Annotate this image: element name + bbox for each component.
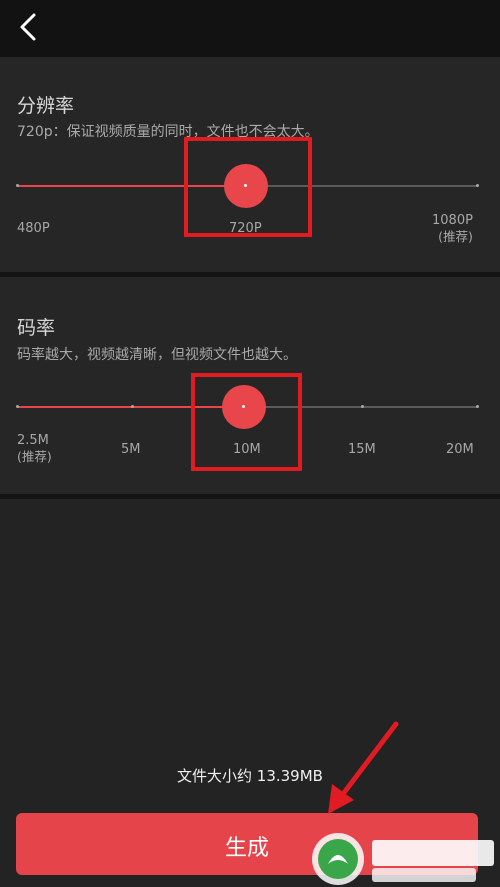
red-arrow-annotation-icon — [328, 721, 399, 814]
resolution-option-1080p[interactable]: 1080P (推荐) — [432, 213, 473, 245]
highlight-box-resolution — [184, 137, 312, 237]
bitrate-tick — [361, 405, 364, 408]
section-divider — [0, 494, 500, 499]
highlight-box-bitrate — [191, 373, 302, 471]
file-size-estimate: 文件大小约 13.39MB — [177, 767, 323, 785]
top-bar — [0, 0, 500, 57]
resolution-title: 分辨率 — [17, 95, 75, 117]
bitrate-option-15m[interactable]: 15M — [348, 442, 376, 458]
watermark-logo — [312, 833, 494, 885]
bitrate-option-2-5m[interactable]: 2.5M (推荐) — [17, 433, 52, 465]
bitrate-description: 码率越大，视频越清晰，但视频文件也越大。 — [17, 347, 297, 363]
back-arrow-icon[interactable] — [14, 10, 46, 44]
resolution-option-480p[interactable]: 480P — [17, 221, 50, 237]
bitrate-option-20m[interactable]: 20M — [446, 442, 474, 458]
resolution-tick — [476, 184, 479, 187]
bitrate-section: 码率 码率越大，视频越清晰，但视频文件也越大。 2.5M (推荐) 5M 10M… — [0, 277, 500, 494]
bitrate-tick — [131, 405, 134, 408]
bitrate-title: 码率 — [17, 317, 56, 339]
bitrate-tick — [476, 405, 479, 408]
resolution-tick — [16, 184, 19, 187]
bitrate-option-5m[interactable]: 5M — [121, 442, 141, 458]
resolution-section: 分辨率 720p：保证视频质量的同时，文件也不会太大。 480P 720P 10… — [0, 57, 500, 272]
bitrate-tick — [16, 405, 19, 408]
